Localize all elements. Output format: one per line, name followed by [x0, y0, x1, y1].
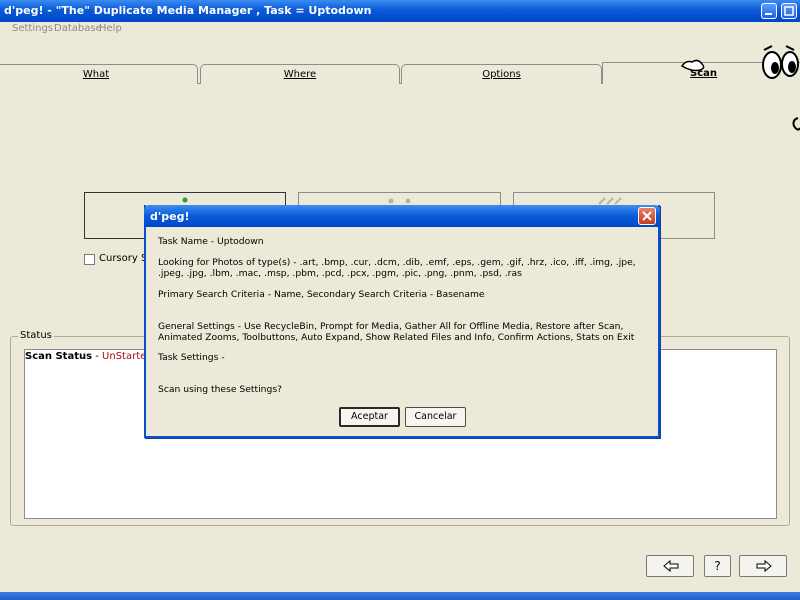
previous-button[interactable]	[646, 555, 694, 577]
taskbar-strip	[0, 592, 800, 600]
menu-help[interactable]: Help	[99, 23, 122, 34]
arrow-right-icon	[756, 559, 772, 573]
cancel-button[interactable]: Cancelar	[405, 407, 466, 427]
maximize-icon	[784, 6, 794, 16]
next-button[interactable]	[739, 555, 787, 577]
maximize-button[interactable]	[781, 3, 797, 19]
dialog-photo-types: Looking for Photos of type(s) - .art, .b…	[158, 257, 636, 279]
tab-where[interactable]: Where	[200, 64, 400, 84]
close-icon	[642, 211, 652, 221]
tab-what[interactable]: What	[0, 64, 198, 84]
dialog-close-button[interactable]	[638, 207, 656, 225]
window-title: d'peg! - "The" Duplicate Media Manager ,…	[4, 4, 372, 17]
scan-status-line: Scan Status - UnStarted	[25, 351, 153, 362]
checkbox-box[interactable]	[84, 254, 95, 265]
dialog-question: Scan using these Settings?	[158, 384, 282, 395]
tab-options[interactable]: Options	[401, 64, 602, 84]
dialog-titlebar[interactable]: d'peg!	[144, 205, 660, 227]
dialog-search-criteria: Primary Search Criteria - Name, Secondar…	[158, 289, 485, 300]
window-titlebar[interactable]: d'peg! - "The" Duplicate Media Manager ,…	[0, 0, 800, 22]
accept-button[interactable]: Aceptar	[339, 407, 400, 427]
menu-bar: Settings Database Help	[0, 22, 800, 36]
mascot-eyes-icon	[680, 45, 800, 131]
tab-scan-edge	[602, 62, 603, 84]
scan-status-label: Scan Status	[25, 351, 93, 362]
dot-icon	[182, 197, 188, 203]
dialog-general-settings: General Settings - Use RecycleBin, Promp…	[158, 321, 635, 343]
help-button[interactable]: ?	[704, 555, 731, 577]
scan-status-separator: -	[92, 351, 103, 362]
menu-settings[interactable]: Settings	[12, 23, 53, 34]
menu-database[interactable]: Database	[54, 23, 102, 34]
minimize-icon	[765, 13, 772, 15]
dots-icon	[388, 198, 411, 204]
arrow-left-icon	[663, 559, 679, 573]
dialog-title: d'peg!	[150, 210, 190, 223]
status-caption: Status	[18, 330, 54, 341]
dialog-task-name: Task Name - Uptodown	[158, 236, 264, 247]
minimize-button[interactable]	[761, 3, 777, 19]
confirm-dialog: d'peg! Task Name - Uptodown Looking for …	[144, 205, 660, 438]
dialog-task-settings: Task Settings -	[158, 352, 225, 363]
